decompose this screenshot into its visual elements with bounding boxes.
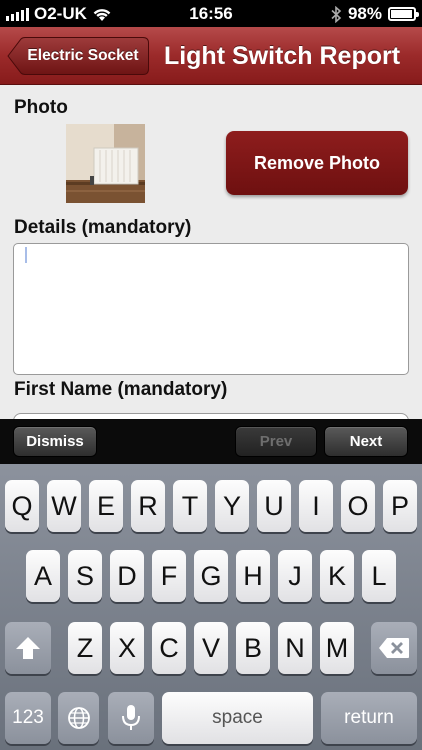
- key-i[interactable]: I: [299, 480, 333, 532]
- key-j[interactable]: J: [278, 550, 312, 602]
- backspace-key[interactable]: [371, 622, 417, 674]
- prev-button[interactable]: Prev: [235, 426, 317, 457]
- keyboard-toolbar: Dismiss Prev Next: [0, 419, 422, 464]
- key-v[interactable]: V: [194, 622, 228, 674]
- globe-key[interactable]: [58, 692, 99, 744]
- key-t[interactable]: T: [173, 480, 207, 532]
- backspace-icon: [379, 638, 409, 658]
- key-c[interactable]: C: [152, 622, 186, 674]
- dictation-key[interactable]: [108, 692, 154, 744]
- key-a[interactable]: A: [26, 550, 60, 602]
- next-button[interactable]: Next: [324, 426, 408, 457]
- key-f[interactable]: F: [152, 550, 186, 602]
- key-m[interactable]: M: [320, 622, 354, 674]
- keyboard: Q W E R T Y U I O P A S D F G H J K L Z …: [0, 464, 422, 750]
- back-button-label: Electric Socket: [27, 47, 139, 64]
- key-u[interactable]: U: [257, 480, 291, 532]
- page-title: Light Switch Report: [163, 42, 401, 70]
- key-w[interactable]: W: [47, 480, 81, 532]
- details-label: Details (mandatory): [14, 217, 192, 238]
- status-bar: O2-UK 16:56 98%: [0, 0, 422, 27]
- dismiss-button[interactable]: Dismiss: [13, 426, 97, 457]
- key-r[interactable]: R: [131, 480, 165, 532]
- globe-icon: [67, 707, 90, 729]
- navigation-bar: Electric Socket Light Switch Report: [0, 27, 422, 85]
- microphone-icon: [122, 705, 140, 730]
- photo-label: Photo: [14, 97, 68, 118]
- key-l[interactable]: L: [362, 550, 396, 602]
- return-key[interactable]: return: [321, 692, 417, 744]
- key-q[interactable]: Q: [5, 480, 39, 532]
- key-o[interactable]: O: [341, 480, 375, 532]
- remove-photo-button[interactable]: Remove Photo: [226, 131, 408, 195]
- key-x[interactable]: X: [110, 622, 144, 674]
- battery-icon: [388, 7, 419, 21]
- key-p[interactable]: P: [383, 480, 417, 532]
- status-right: 98%: [331, 4, 419, 24]
- key-b[interactable]: B: [236, 622, 270, 674]
- key-k[interactable]: K: [320, 550, 354, 602]
- key-g[interactable]: G: [194, 550, 228, 602]
- text-cursor: [25, 247, 27, 263]
- key-y[interactable]: Y: [215, 480, 249, 532]
- key-s[interactable]: S: [68, 550, 102, 602]
- key-n[interactable]: N: [278, 622, 312, 674]
- first-name-label: First Name (mandatory): [14, 379, 228, 400]
- battery-percent: 98%: [347, 4, 382, 23]
- shift-arrow-icon: [16, 637, 40, 659]
- report-form: Photo Remove Photo Details (mandatory) F…: [0, 85, 422, 419]
- photo-thumbnail[interactable]: [66, 124, 145, 203]
- key-e[interactable]: E: [89, 480, 123, 532]
- key-h[interactable]: H: [236, 550, 270, 602]
- key-d[interactable]: D: [110, 550, 144, 602]
- key-z[interactable]: Z: [68, 622, 102, 674]
- numbers-key[interactable]: 123: [5, 692, 51, 744]
- shift-key[interactable]: [5, 622, 51, 674]
- bluetooth-icon: [331, 5, 342, 23]
- back-button[interactable]: Electric Socket: [7, 37, 149, 75]
- details-textarea[interactable]: [13, 243, 409, 375]
- radiator-photo-image: [66, 124, 145, 203]
- space-key[interactable]: space: [162, 692, 313, 744]
